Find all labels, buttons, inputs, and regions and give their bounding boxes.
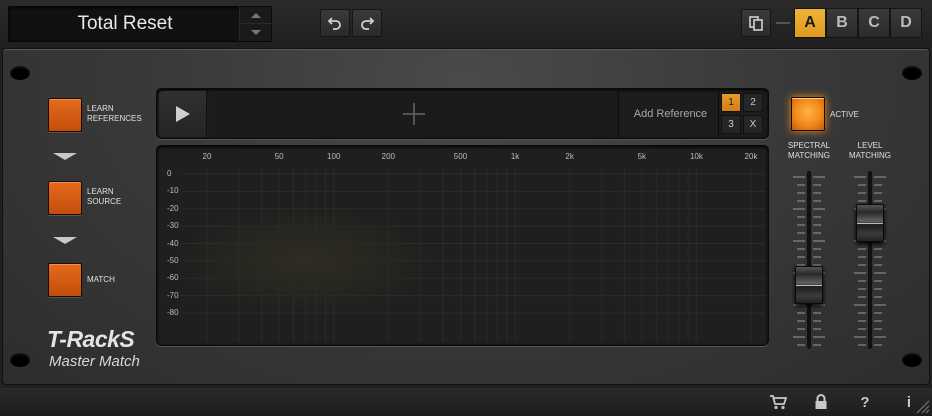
slot-c-button[interactable]: C [858, 8, 890, 38]
chevron-up-icon [251, 12, 261, 18]
level-tick-label: -20 [167, 203, 179, 213]
copy-icon [749, 16, 763, 31]
slot-d-button[interactable]: D [890, 8, 922, 38]
screw-icon [10, 353, 30, 367]
preset-selector[interactable]: Total Reset [8, 6, 272, 42]
plugin-panel: LEARN REFERENCES LEARN SOURCE MATCH T-Ra… [2, 48, 930, 385]
active-button[interactable] [791, 97, 825, 131]
screw-icon [10, 66, 30, 80]
level-matching-fader[interactable] [856, 203, 884, 242]
chevron-down-icon [251, 30, 261, 35]
bottom-toolbar: ? i [0, 388, 932, 416]
level-tick-label: -10 [167, 186, 179, 196]
level-tick-label: -60 [167, 273, 179, 283]
play-icon [175, 106, 190, 122]
lock-button[interactable] [809, 392, 833, 412]
reference-slot-2[interactable]: 2 [743, 93, 763, 112]
frequency-tick-label: 10k [689, 152, 703, 161]
preset-name[interactable]: Total Reset [9, 7, 241, 41]
help-button[interactable]: ? [853, 392, 877, 412]
help-icon: ? [860, 393, 870, 411]
screw-icon [902, 66, 922, 80]
active-label: ACTIVE [830, 110, 859, 119]
slot-a-button[interactable]: A [794, 8, 826, 38]
frequency-tick-label: 2k [565, 152, 574, 161]
frequency-tick-label: 20 [202, 152, 212, 161]
undo-button[interactable] [320, 9, 350, 37]
level-tick-label: -30 [167, 221, 179, 231]
level-tick-label: -40 [167, 238, 179, 248]
learn-references-label: LEARN REFERENCES [87, 104, 142, 123]
play-button[interactable] [159, 91, 207, 137]
reference-slot-1[interactable]: 1 [721, 93, 741, 112]
frequency-tick-label: 100 [327, 152, 341, 161]
chevron-down-icon [53, 237, 77, 244]
reference-drop-zone[interactable] [209, 91, 619, 137]
level-tick-label: -50 [167, 255, 179, 265]
level-fader-track[interactable] [868, 171, 872, 349]
add-reference-label[interactable]: Add Reference [623, 91, 719, 137]
level-tick-label: -70 [167, 290, 179, 300]
slot-separator [776, 22, 790, 24]
slot-b-button[interactable]: B [826, 8, 858, 38]
undo-icon [327, 17, 341, 30]
redo-icon [361, 17, 375, 30]
spectral-fader-track[interactable] [807, 171, 811, 349]
learn-source-button[interactable] [48, 181, 82, 215]
learn-references-button[interactable] [48, 98, 82, 132]
preset-stepper [239, 7, 272, 41]
product-name: Master Match [49, 353, 140, 370]
chevron-down-icon [53, 153, 77, 160]
spectrum-grid [181, 168, 765, 342]
top-toolbar: Total Reset A B C D [0, 0, 932, 46]
lock-icon [815, 394, 827, 409]
brand-logo: T-RackS [47, 326, 135, 352]
match-button[interactable] [48, 263, 82, 297]
plus-icon [402, 103, 425, 125]
copy-settings-button[interactable] [741, 9, 771, 37]
spectrum-display: 20 50 100 200 500 1k 2k 5k 10k 20k 0 -10 -20 -30 -40 -… [156, 145, 769, 346]
frequency-tick-label: 500 [453, 152, 468, 161]
snapshot-slots: A B C D [794, 8, 922, 38]
level-matching-label: LEVEL MATCHING [848, 141, 892, 160]
spectral-matching-label: SPECTRAL MATCHING [787, 141, 831, 160]
preset-previous-button[interactable] [240, 7, 272, 24]
frequency-tick-label: 5k [637, 152, 647, 161]
reference-bar: Add Reference 1 2 3 X [156, 88, 769, 139]
cart-button[interactable] [766, 392, 790, 412]
learn-source-label: LEARN SOURCE [87, 187, 122, 206]
info-icon: i [906, 393, 912, 411]
screw-icon [902, 353, 922, 367]
redo-button[interactable] [352, 9, 382, 37]
level-tick-label: -80 [167, 308, 179, 317]
preset-next-button[interactable] [240, 24, 272, 41]
frequency-tick-label: 20k [744, 152, 758, 161]
resize-grip-icon[interactable] [914, 398, 930, 414]
level-tick-label: 0 [167, 169, 172, 178]
frequency-tick-label: 1k [510, 152, 520, 161]
match-label: MATCH [87, 275, 115, 284]
frequency-tick-label: 50 [274, 152, 284, 161]
frequency-tick-label: 200 [381, 152, 396, 161]
reference-clear-button[interactable]: X [743, 115, 763, 134]
spectral-matching-fader[interactable] [795, 266, 823, 304]
reference-slot-3[interactable]: 3 [721, 115, 741, 134]
cart-icon [770, 395, 787, 410]
